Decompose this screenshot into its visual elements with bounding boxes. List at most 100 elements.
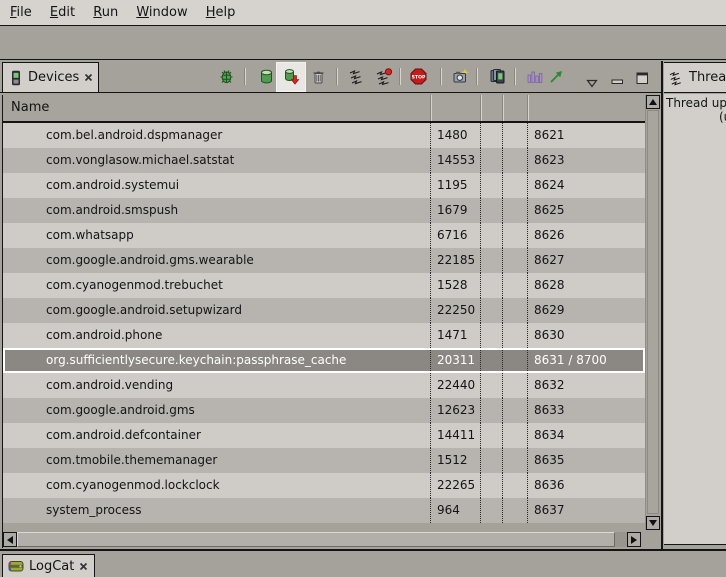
scroll-down-button[interactable] bbox=[646, 516, 660, 530]
process-pid-cell: 1528 bbox=[430, 273, 480, 298]
threads-tabbar: Threads bbox=[664, 61, 726, 93]
threads-view: Threads Thread updates not enabled for s… bbox=[664, 61, 726, 550]
blank-cell bbox=[502, 398, 527, 423]
toolbar-separator bbox=[440, 68, 441, 85]
scroll-up-button[interactable] bbox=[646, 95, 660, 109]
table-row[interactable]: com.cyanogenmod.trebuchet 1528 8628 bbox=[3, 273, 645, 298]
process-port-cell: 8621 bbox=[527, 123, 645, 148]
process-name-cell: com.android.defcontainer bbox=[3, 423, 430, 448]
toolbar-separator bbox=[244, 68, 245, 85]
process-name-cell: com.tmobile.thememanager bbox=[3, 448, 430, 473]
menu-edit[interactable]: Edit bbox=[50, 0, 75, 20]
logcat-icon bbox=[8, 558, 24, 574]
column-header-blank1[interactable] bbox=[480, 95, 502, 121]
blank-cell bbox=[480, 423, 502, 448]
process-port-cell: 8636 bbox=[527, 473, 645, 498]
process-pid-cell: 22250 bbox=[430, 298, 480, 323]
table-row[interactable]: org.sufficientlysecure.keychain:passphra… bbox=[3, 348, 645, 373]
arrow-up-icon bbox=[649, 99, 657, 105]
panel-sash[interactable] bbox=[661, 61, 663, 550]
blank-cell bbox=[480, 198, 502, 223]
table-row[interactable]: com.google.android.gms 12623 8633 bbox=[3, 398, 645, 423]
blank-cell bbox=[502, 448, 527, 473]
close-icon[interactable] bbox=[79, 562, 88, 571]
process-name-cell: system_process bbox=[3, 498, 430, 523]
process-pid-cell: 14411 bbox=[430, 423, 480, 448]
scroll-right-button[interactable] bbox=[627, 532, 641, 547]
process-name-cell: com.whatsapp bbox=[3, 223, 430, 248]
tab-threads[interactable]: Threads bbox=[664, 62, 726, 92]
tab-logcat-label: LogCat bbox=[29, 559, 74, 574]
menu-window[interactable]: Window bbox=[136, 0, 187, 20]
horizontal-scrollbar-thumb[interactable] bbox=[17, 532, 615, 547]
cause-gc-icon[interactable] bbox=[310, 68, 328, 86]
process-name-cell: com.android.smspush bbox=[3, 198, 430, 223]
tab-devices[interactable]: Devices bbox=[2, 62, 99, 92]
update-heap-icon[interactable] bbox=[258, 68, 276, 86]
blank-cell bbox=[502, 273, 527, 298]
process-name-cell: com.cyanogenmod.trebuchet bbox=[3, 273, 430, 298]
blank-cell bbox=[480, 248, 502, 273]
debug-process-icon[interactable] bbox=[218, 68, 236, 86]
process-port-cell: 8631 / 8700 bbox=[527, 348, 645, 373]
toolbar-separator bbox=[514, 68, 515, 85]
vertical-scrollbar[interactable] bbox=[645, 95, 660, 530]
blank-cell bbox=[480, 173, 502, 198]
dump-hprof-icon[interactable] bbox=[283, 68, 301, 86]
column-header-pid[interactable] bbox=[430, 95, 480, 121]
column-header-port[interactable] bbox=[527, 95, 645, 121]
blank-cell bbox=[502, 473, 527, 498]
main-toolbar bbox=[0, 27, 726, 60]
process-pid-cell: 22440 bbox=[430, 373, 480, 398]
blank-cell bbox=[480, 298, 502, 323]
tab-logcat[interactable]: LogCat bbox=[2, 554, 95, 577]
table-row[interactable]: com.vonglasow.michael.satstat 14553 8623 bbox=[3, 148, 645, 173]
capture-system-trace-icon[interactable] bbox=[526, 68, 544, 86]
table-row[interactable]: com.whatsapp 6716 8626 bbox=[3, 223, 645, 248]
close-icon[interactable] bbox=[84, 73, 93, 82]
table-row[interactable]: com.google.android.setupwizard 22250 862… bbox=[3, 298, 645, 323]
threads-message: Thread updates not enabled for selected … bbox=[664, 94, 726, 545]
blank-cell bbox=[502, 198, 527, 223]
blank-cell bbox=[502, 123, 527, 148]
vertical-scrollbar-thumb[interactable] bbox=[647, 110, 659, 514]
process-pid-cell: 6716 bbox=[430, 223, 480, 248]
toolbar-separator bbox=[336, 68, 337, 85]
view-menu-icon[interactable] bbox=[586, 73, 598, 92]
table-row[interactable]: com.android.systemui 1195 8624 bbox=[3, 173, 645, 198]
maximize-icon[interactable] bbox=[636, 70, 649, 89]
column-header-name[interactable]: Name bbox=[3, 95, 430, 121]
column-header-blank2[interactable] bbox=[502, 95, 527, 121]
screen-capture-icon[interactable] bbox=[452, 68, 470, 86]
menu-run[interactable]: Run bbox=[93, 0, 118, 20]
table-row[interactable]: com.bel.android.dspmanager 1480 8621 bbox=[3, 123, 645, 148]
blank-cell bbox=[502, 348, 527, 373]
process-port-cell: 8633 bbox=[527, 398, 645, 423]
table-row[interactable]: com.cyanogenmod.lockclock 22265 8636 bbox=[3, 473, 645, 498]
table-row[interactable]: system_process 964 8637 bbox=[3, 498, 645, 523]
tab-devices-label: Devices bbox=[28, 70, 79, 85]
blank-cell bbox=[502, 298, 527, 323]
menu-help[interactable]: Help bbox=[206, 0, 236, 20]
table-row[interactable]: com.android.phone 1471 8630 bbox=[3, 323, 645, 348]
table-header: Name bbox=[3, 95, 645, 123]
device-table-rows: com.bel.android.dspmanager 1480 8621 com… bbox=[3, 123, 645, 523]
horizontal-scrollbar[interactable] bbox=[3, 532, 641, 547]
table-row[interactable]: com.tmobile.thememanager 1512 8635 bbox=[3, 448, 645, 473]
table-row[interactable]: com.android.defcontainer 14411 8634 bbox=[3, 423, 645, 448]
blank-cell bbox=[502, 423, 527, 448]
table-row[interactable]: com.android.smspush 1679 8625 bbox=[3, 198, 645, 223]
blank-cell bbox=[480, 148, 502, 173]
capture-ui-hierarchy-icon[interactable] bbox=[489, 68, 507, 86]
start-method-profiling-icon[interactable] bbox=[375, 68, 393, 86]
scroll-left-button[interactable] bbox=[3, 532, 17, 547]
update-threads-icon[interactable] bbox=[348, 68, 366, 86]
minimize-icon[interactable] bbox=[611, 72, 624, 91]
start-opengl-trace-icon[interactable] bbox=[548, 68, 566, 86]
threads-message-line2: (use toolbar button to enable) bbox=[664, 110, 726, 124]
menu-file[interactable]: File bbox=[10, 0, 32, 20]
stop-process-icon[interactable]: STOP bbox=[410, 68, 428, 86]
table-row[interactable]: com.android.vending 22440 8632 bbox=[3, 373, 645, 398]
table-row[interactable]: com.google.android.gms.wearable 22185 86… bbox=[3, 248, 645, 273]
process-port-cell: 8623 bbox=[527, 148, 645, 173]
